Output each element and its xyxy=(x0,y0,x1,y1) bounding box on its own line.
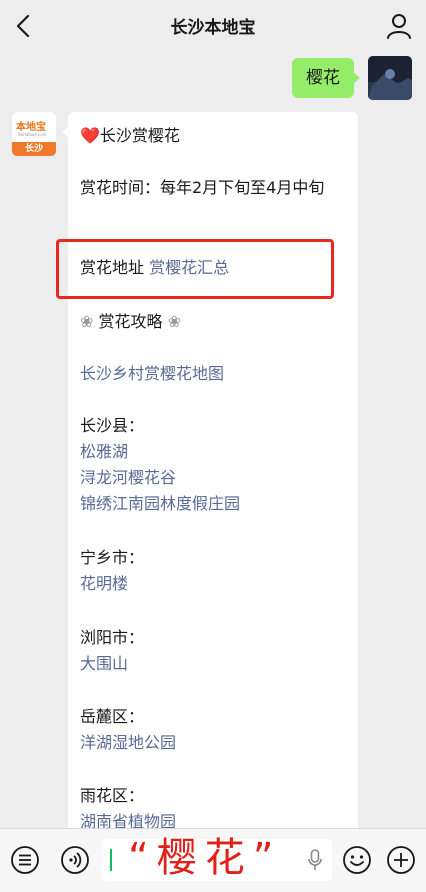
incoming-bubble: ❤️长沙赏樱花 赏花时间：每年2月下旬至4月中旬 赏花地址 赏樱花汇总 ❀ 赏花… xyxy=(62,112,358,872)
section-label: 宁乡市： xyxy=(80,548,145,567)
logo-city: 长沙 xyxy=(12,142,56,156)
map-link[interactable]: 长沙乡村赏樱花地图 xyxy=(80,362,348,386)
chat-title: 长沙本地宝 xyxy=(170,18,256,38)
avatar-image-icon xyxy=(368,56,412,100)
logo-brand: 本地宝 xyxy=(16,122,46,133)
bot-avatar[interactable]: 本地宝 Bendibao.com 长沙 xyxy=(12,112,56,156)
highlight-box xyxy=(56,239,334,299)
text-cursor xyxy=(110,849,112,871)
microphone-icon[interactable] xyxy=(308,849,322,871)
person-icon[interactable] xyxy=(386,12,412,40)
emoji-icon[interactable] xyxy=(342,845,372,875)
overlay-caption: “樱花” xyxy=(128,835,282,881)
guide-heading: 赏花攻略 xyxy=(98,312,163,331)
place-link[interactable]: 花明楼 xyxy=(80,572,348,596)
plus-icon[interactable] xyxy=(386,845,416,875)
my-avatar[interactable] xyxy=(368,56,412,100)
time-line: 赏花时间：每年2月下旬至4月中旬 xyxy=(80,178,325,197)
heart-icon: ❤️ xyxy=(80,126,100,145)
place-link[interactable]: 大围山 xyxy=(80,652,348,676)
menu-icon[interactable] xyxy=(10,845,40,875)
flower-icon: ❀ xyxy=(167,312,182,331)
outgoing-bubble[interactable]: 樱花 xyxy=(292,58,360,98)
place-link[interactable]: 松雅湖 xyxy=(80,440,348,464)
nav-header: 长沙本地宝 xyxy=(0,0,426,52)
section-label: 雨花区： xyxy=(80,786,145,805)
section-label: 岳麓区： xyxy=(80,707,145,726)
logo-sub: Bendibao.com xyxy=(18,132,47,137)
message-title: 长沙赏樱花 xyxy=(99,126,180,145)
message-title-line: ❤️长沙赏樱花 xyxy=(80,124,348,148)
outgoing-message: 樱花 xyxy=(282,56,412,100)
place-link[interactable]: 浔龙河樱花谷 xyxy=(80,466,348,490)
section-label: 长沙县： xyxy=(80,416,145,435)
flower-icon: ❀ xyxy=(80,312,94,331)
place-link[interactable]: 洋湖湿地公园 xyxy=(80,731,348,755)
voice-icon[interactable] xyxy=(60,845,90,875)
section-label: 浏阳市： xyxy=(80,628,145,647)
guide-heading-line: ❀ 赏花攻略 ❀ xyxy=(80,310,348,334)
place-link[interactable]: 锦绣江南园林度假庄园 xyxy=(80,492,348,516)
